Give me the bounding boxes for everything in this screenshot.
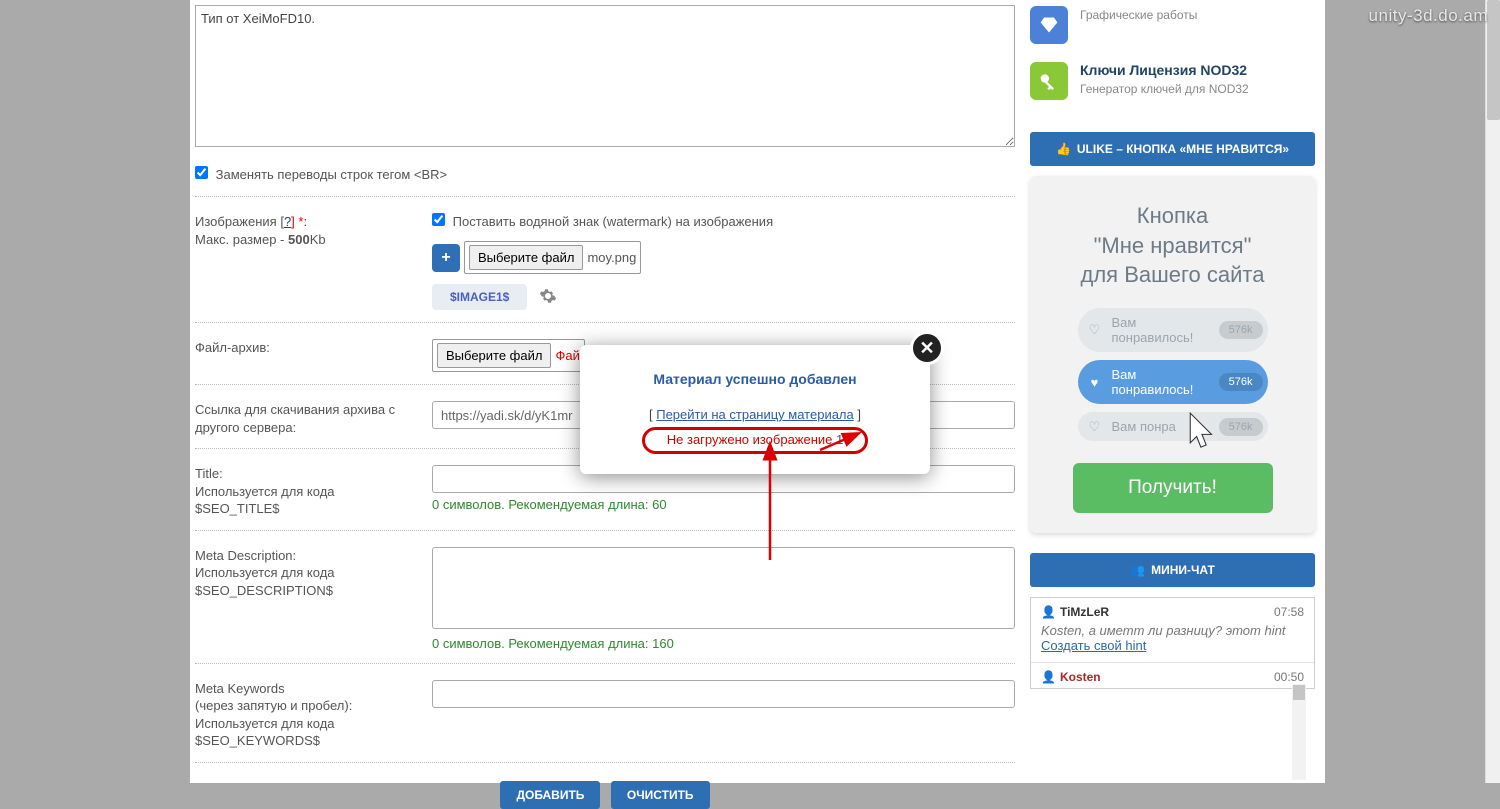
- file-chooser-box[interactable]: Выберите файл moy.png: [464, 241, 641, 274]
- images-label: Изображения [?] *: Макс. размер - 500Kb: [195, 213, 432, 310]
- add-image-button[interactable]: +: [432, 244, 460, 272]
- content-textarea[interactable]: Тип от XeiMoFD10.: [195, 5, 1015, 147]
- add-button[interactable]: ДОБАВИТЬ: [500, 781, 600, 809]
- clear-button[interactable]: ОЧИСТИТЬ: [611, 781, 710, 809]
- chat-scrollbar[interactable]: [1292, 684, 1306, 780]
- download-link-label: Ссылка для скачивания архива с другого с…: [195, 401, 432, 436]
- chosen-file-name: moy.png: [587, 250, 636, 265]
- description-hint: 0 символов. Рекомендуемая длина: 160: [432, 636, 1015, 651]
- success-modal: ✕ Материал успешно добавлен [ Перейти на…: [580, 345, 930, 474]
- ulike-heading: Кнопка "Мне нравится" для Вашего сайта: [1042, 201, 1303, 290]
- chat-scroll-thumb[interactable]: [1293, 685, 1305, 700]
- gear-icon[interactable]: [539, 287, 557, 308]
- description-label: Meta Description: Используется для кода …: [195, 547, 432, 651]
- chat-message: 👤 TiMzLeR 07:58 Kosten, а иметт ли разни…: [1031, 598, 1314, 663]
- sidebar-item-subtitle: Генератор ключей для NOD32: [1080, 82, 1249, 96]
- like-count: 576k: [1219, 373, 1263, 391]
- keywords-input[interactable]: [432, 680, 1015, 708]
- description-row: Meta Description: Используется для кода …: [195, 531, 1015, 664]
- user-icon: 👤: [1041, 670, 1056, 684]
- br-checkbox[interactable]: [195, 166, 208, 179]
- modal-material-link[interactable]: Перейти на страницу материала: [656, 407, 854, 422]
- heart-icon: ♡: [1078, 419, 1112, 435]
- file-archive-label: Файл-архив:: [195, 339, 432, 372]
- chat-text: Kosten, а иметт ли разницу? этот hint: [1041, 623, 1285, 638]
- sidebar: Графические работы Ключи Лицензия NOD32 …: [1020, 0, 1325, 783]
- page-scrollbar[interactable]: [1485, 0, 1500, 783]
- watermark-label: Поставить водяной знак (watermark) на из…: [453, 214, 774, 229]
- chat-time: 00:50: [1274, 670, 1304, 684]
- images-field: Поставить водяной знак (watermark) на из…: [432, 213, 1015, 310]
- description-textarea[interactable]: [432, 547, 1015, 629]
- chat-link[interactable]: Создать свой hint: [1041, 638, 1146, 653]
- users-icon: 👥: [1130, 563, 1145, 577]
- sidebar-item-nod32[interactable]: Ключи Лицензия NOD32 Генератор ключей дл…: [1020, 56, 1325, 112]
- keywords-row: Meta Keywords (через запятую и пробел): …: [195, 664, 1015, 763]
- diamond-icon: [1030, 6, 1068, 44]
- modal-title: Материал успешно добавлен: [594, 371, 916, 387]
- br-checkbox-row: Заменять переводы строк тегом <BR>: [195, 166, 1015, 197]
- ulike-panel-header: 👍 ULIKE – КНОПКА «МНЕ НРАВИТСЯ»: [1030, 132, 1315, 166]
- heart-icon: ♡: [1078, 322, 1112, 338]
- title-hint: 0 символов. Рекомендуемая длина: 60: [432, 497, 1015, 512]
- title-label: Title: Используется для кода $SEO_TITLE$: [195, 465, 432, 518]
- scrollbar-thumb[interactable]: [1487, 0, 1500, 120]
- modal-error-number: 1: [836, 432, 843, 447]
- like-pill-active[interactable]: ♥ Вам понравилось! 576k: [1078, 360, 1268, 404]
- sidebar-item-title: Ключи Лицензия NOD32: [1080, 62, 1247, 78]
- modal-close-button[interactable]: ✕: [910, 331, 944, 365]
- modal-error-annotation: Не загружено изображение 1: [642, 427, 869, 454]
- image-tag-button[interactable]: $IMAGE1$: [432, 284, 527, 310]
- get-button[interactable]: Получить!: [1073, 463, 1273, 513]
- mini-chat: 👤 TiMzLeR 07:58 Kosten, а иметт ли разни…: [1030, 597, 1315, 689]
- heart-icon: ♥: [1078, 375, 1112, 390]
- user-icon: 👤: [1041, 605, 1056, 619]
- watermark-checkbox[interactable]: [432, 213, 445, 226]
- key-icon: [1030, 62, 1068, 100]
- like-pill-inactive[interactable]: ♡ Вам понравилось! 576k: [1078, 308, 1268, 352]
- br-checkbox-label: Заменять переводы строк тегом <BR>: [216, 167, 448, 182]
- modal-link-row: [ Перейти на страницу материала ]: [594, 407, 916, 422]
- minichat-panel-header: 👥 МИНИ-ЧАТ: [1030, 553, 1315, 587]
- chat-time: 07:58: [1274, 605, 1304, 619]
- chat-message: 👤 Kosten 00:50: [1031, 663, 1314, 684]
- modal-error-text: Не загружено изображение: [667, 432, 836, 447]
- keywords-label: Meta Keywords (через запятую и пробел): …: [195, 680, 432, 750]
- sidebar-item-graphics[interactable]: Графические работы: [1020, 0, 1325, 56]
- sidebar-item-subtitle: Графические работы: [1080, 8, 1197, 22]
- chat-user[interactable]: TiMzLeR: [1060, 605, 1109, 619]
- chat-user[interactable]: Kosten: [1060, 670, 1101, 684]
- choose-file-button[interactable]: Выберите файл: [469, 245, 583, 270]
- ulike-widget: Кнопка "Мне нравится" для Вашего сайта ♡…: [1030, 176, 1315, 533]
- like-pill-inactive[interactable]: ♡ Вам понра 576k: [1078, 412, 1268, 441]
- watermark-text: unity-3d.do.am: [1369, 6, 1488, 26]
- images-row: Изображения [?] *: Макс. размер - 500Kb …: [195, 197, 1015, 323]
- archive-status: Фай: [555, 348, 579, 363]
- like-count: 576k: [1219, 418, 1263, 436]
- like-count: 576k: [1219, 321, 1263, 339]
- archive-chooser-box[interactable]: Выберите файл Фай: [432, 339, 585, 372]
- submit-row: ДОБАВИТЬ ОЧИСТИТЬ: [195, 763, 1015, 809]
- archive-choose-button[interactable]: Выберите файл: [437, 343, 551, 368]
- thumbs-up-icon: 👍: [1056, 142, 1071, 156]
